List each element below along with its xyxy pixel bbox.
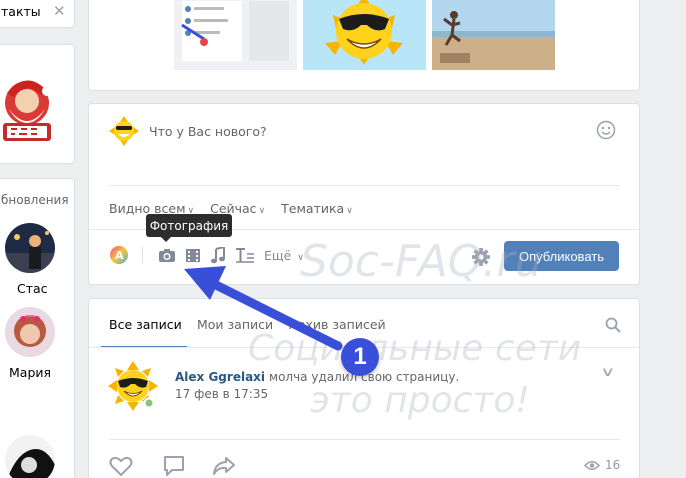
step-number-badge: 1 (341, 338, 379, 376)
annotation-arrow (184, 266, 343, 351)
